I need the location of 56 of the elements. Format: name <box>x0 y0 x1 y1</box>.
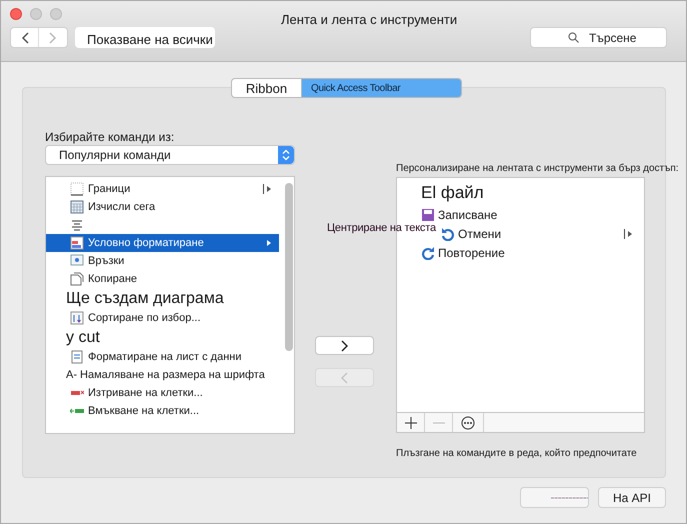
dropdown-value: Популярни команди <box>58 147 172 164</box>
toolbar-list-label: Персонализиране на лентата с инструменти за бърз достъп: <box>396 162 679 176</box>
search-field[interactable]: Търсене <box>530 27 667 48</box>
chevron-left-icon <box>20 32 28 44</box>
grid-icon <box>70 182 84 196</box>
center-text-label: Центриране на текста <box>327 221 436 236</box>
command-item[interactable]: Вмъкване на клетки... <box>46 402 279 420</box>
command-item[interactable]: Копиране <box>46 270 279 288</box>
window-title: Лента и лента с инструменти <box>281 11 458 29</box>
command-item[interactable]: у cut <box>46 327 279 348</box>
command-item[interactable]: Ще създам диаграма <box>46 288 279 309</box>
table-highlight-icon <box>70 236 84 250</box>
command-item[interactable]: Връзки <box>46 252 279 270</box>
show-all-button[interactable]: Показване на всички <box>75 27 215 48</box>
chevron-left-icon <box>341 372 348 384</box>
undo-icon <box>441 226 455 240</box>
chevron-right-icon <box>341 340 348 352</box>
submenu-arrow-icon <box>624 228 632 238</box>
chevron-right-icon <box>49 32 57 44</box>
commands-dropdown[interactable]: Популярни команди <box>45 145 295 165</box>
command-item[interactable]: Сортиране по избор... <box>46 309 279 327</box>
tab[interactable]: Quick Access Toolbar <box>302 79 461 97</box>
minus-icon <box>432 422 444 424</box>
minimize-button[interactable] <box>30 8 42 20</box>
floppy-icon <box>421 208 435 222</box>
command-item[interactable]: Граници <box>46 180 279 198</box>
command-item[interactable]: Условно форматиране <box>46 234 279 252</box>
calculator-icon <box>70 200 84 214</box>
api-button[interactable]: На API <box>598 487 666 508</box>
search-icon <box>568 32 579 43</box>
close-button[interactable] <box>10 8 22 20</box>
scrollbar-thumb[interactable] <box>285 183 293 351</box>
zoom-button[interactable] <box>50 8 62 20</box>
commands-label: Избирайте команди из: <box>45 129 174 146</box>
command-item[interactable]: Форматиране на лист с данни <box>46 348 279 366</box>
ellipsis-circle-icon <box>461 416 475 430</box>
cancel-button[interactable] <box>520 487 589 508</box>
sort-icon <box>70 311 84 325</box>
hint-text: Плъзгане на командите в реда, който предпочитате <box>396 447 637 461</box>
submenu-arrow-icon <box>263 184 271 194</box>
redo-icon <box>421 246 435 260</box>
command-item[interactable]: А- Намаляване на размера на шрифта <box>46 366 279 384</box>
add-command-button[interactable] <box>315 336 374 355</box>
command-item[interactable]: Изтриване на клетки... <box>46 384 279 402</box>
form-icon <box>70 350 84 364</box>
toolbar-item[interactable]: Повторение <box>397 243 644 262</box>
command-item[interactable]: Изчисли сега <box>46 198 279 216</box>
toolbar-item[interactable]: El файл <box>397 181 644 205</box>
toolbar-item[interactable]: Записване <box>397 205 644 224</box>
copy-icon <box>70 272 84 286</box>
garbled-line-icon <box>551 496 588 498</box>
align-center-icon <box>70 218 84 232</box>
toolbar-item[interactable]: Отмени <box>441 224 644 243</box>
link-icon <box>70 254 84 268</box>
plus-icon <box>404 416 416 428</box>
up-down-caret-icon <box>282 149 290 161</box>
